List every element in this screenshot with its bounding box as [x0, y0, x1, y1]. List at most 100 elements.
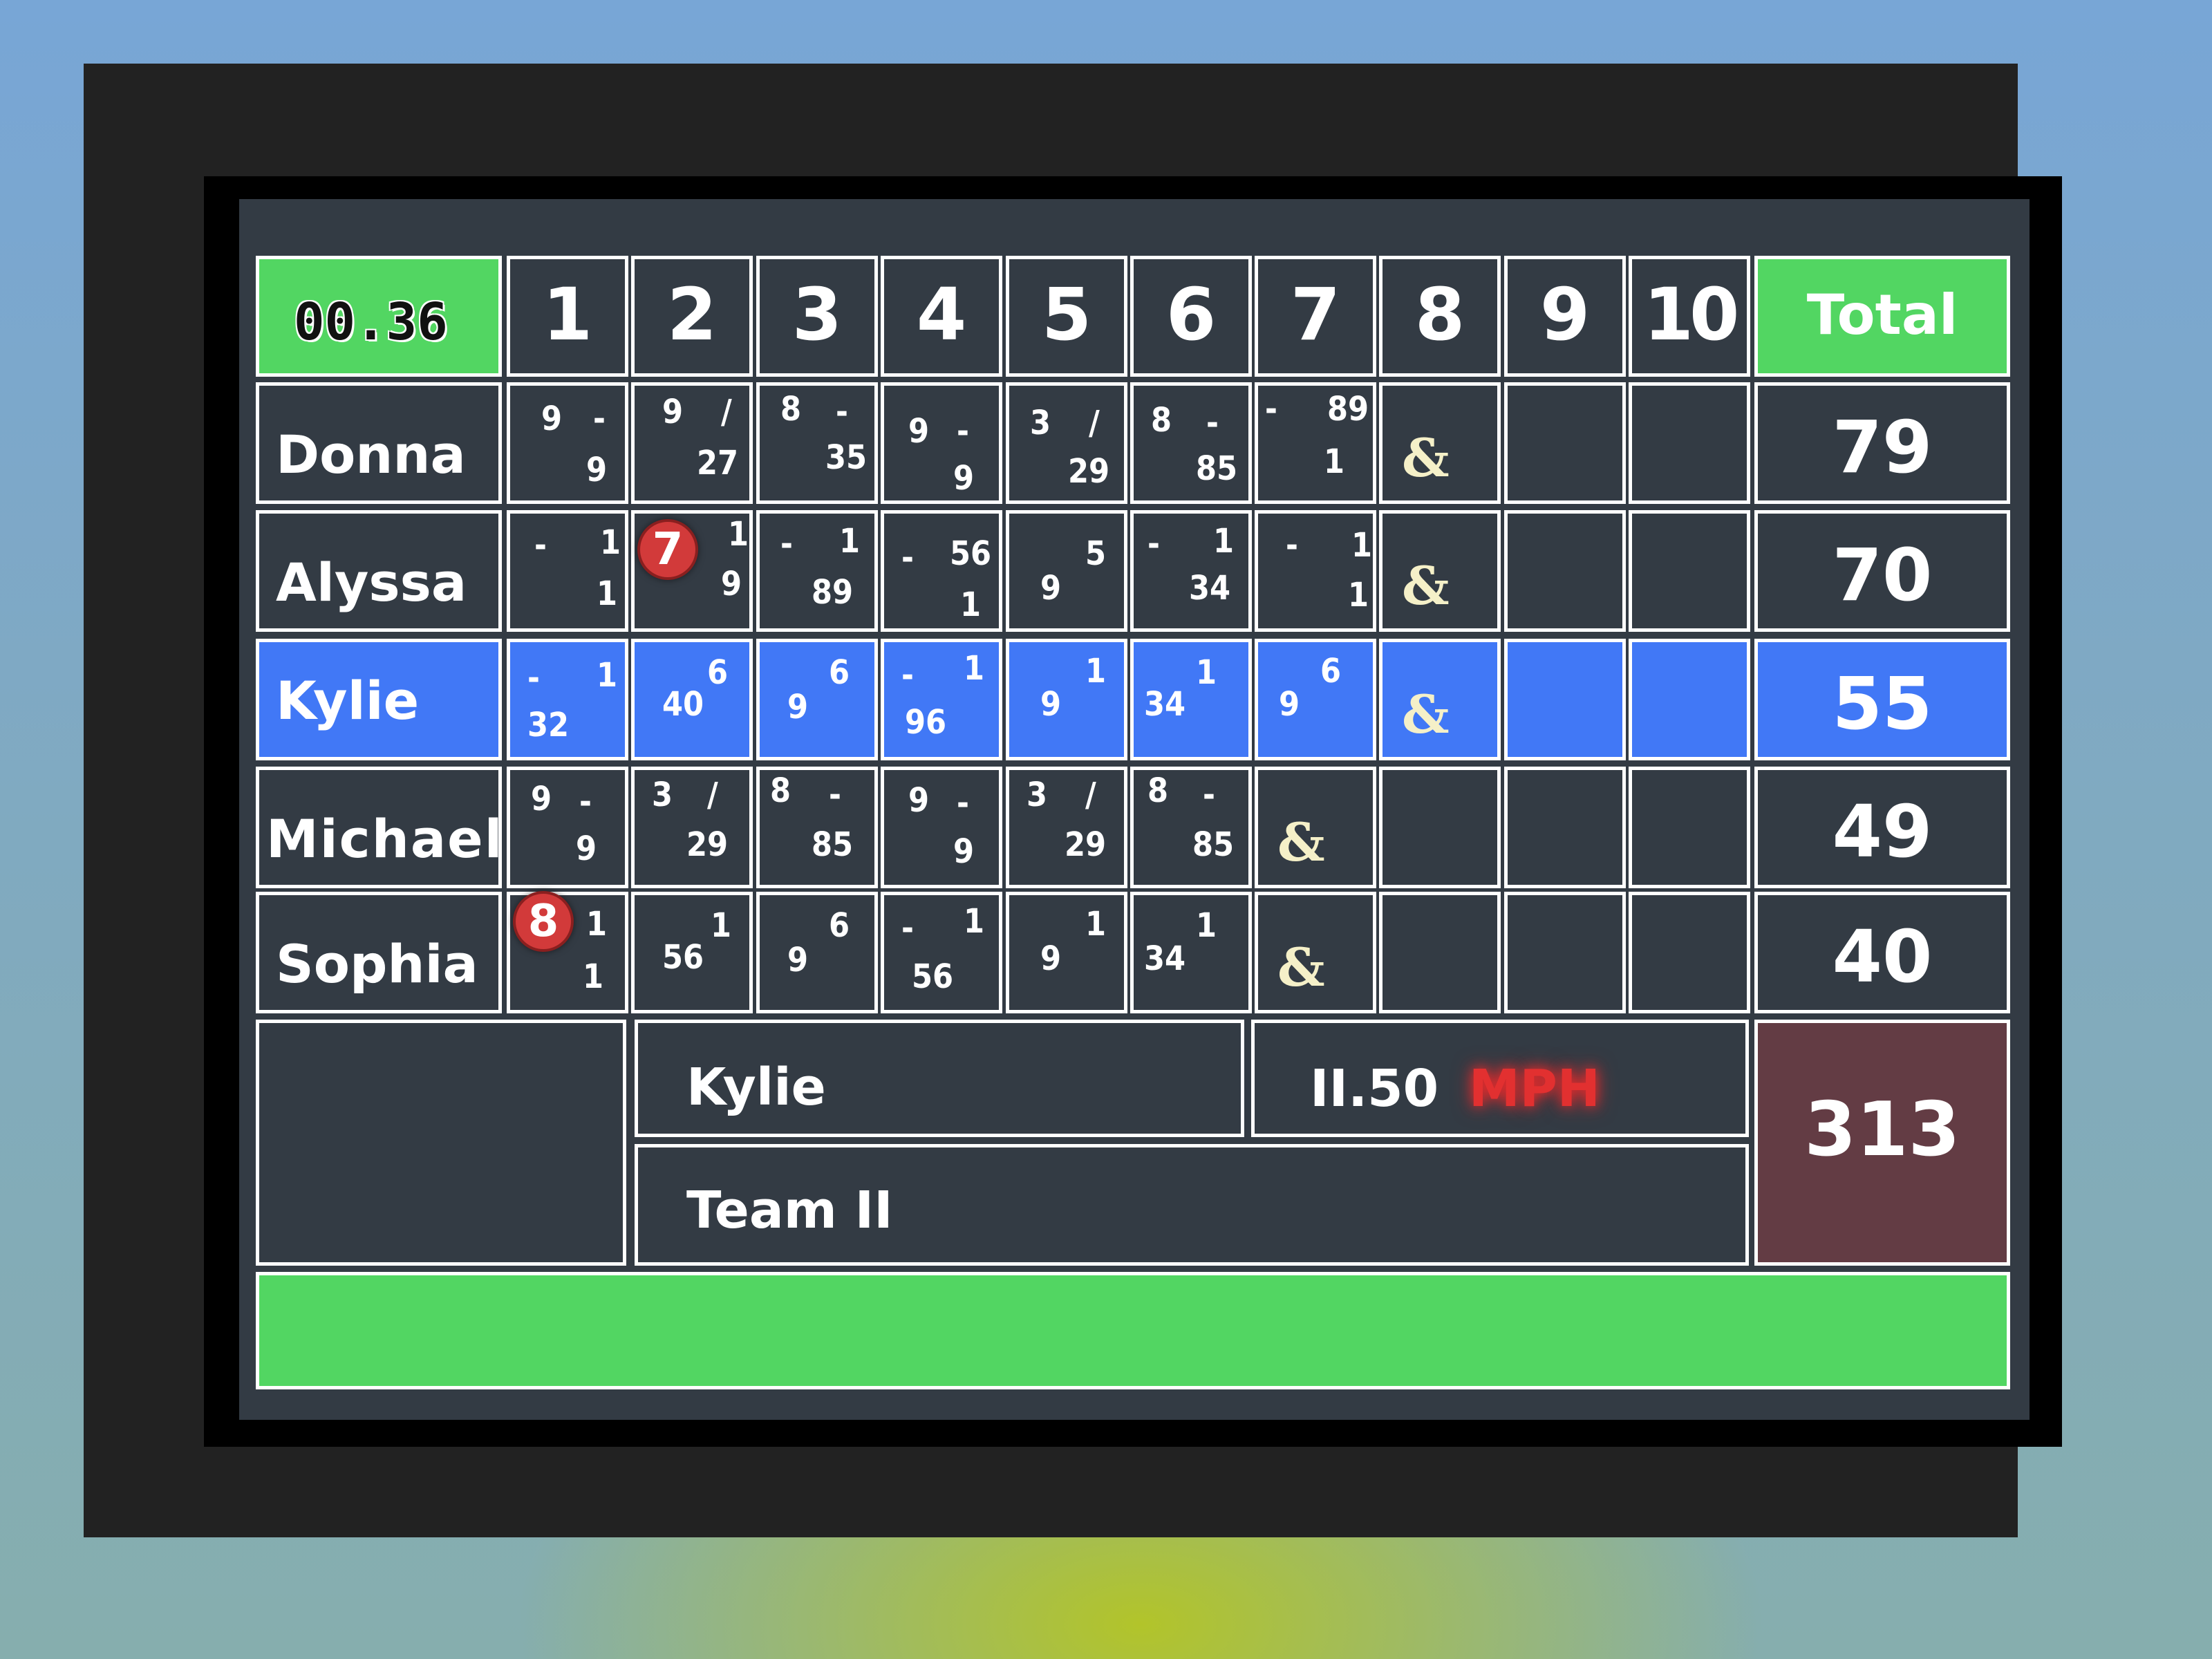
split-badge: 7: [637, 519, 698, 580]
frame-cell-4: 9-9: [881, 767, 1002, 888]
player-total-cell: 70: [1754, 510, 2010, 632]
current-bowler-name: Kylie: [686, 1058, 826, 1117]
frame-mark: 8: [780, 390, 802, 429]
grand-total-panel: 313: [1754, 1020, 2010, 1266]
frame-mark: -: [901, 656, 914, 695]
frame-mark: 89: [812, 573, 854, 612]
frame-mark: -: [901, 909, 914, 948]
player-name: Michael: [266, 808, 504, 870]
frame-mark: 40: [662, 685, 704, 724]
frame-cell-9: [1504, 639, 1626, 760]
frame-cell-4: - 1 96: [881, 639, 1002, 760]
frame-header-8: 8: [1379, 256, 1501, 377]
player-name-cell: Sophia: [256, 892, 502, 1013]
player-name-cell: Michael: [256, 767, 504, 888]
frame-mark: 3: [1030, 404, 1051, 442]
frame-header-7: 7: [1255, 256, 1376, 377]
speed-panel: II.50 MPH: [1251, 1020, 1749, 1137]
frame-mark: 1: [1324, 442, 1345, 481]
ball-speed-unit: MPH: [1469, 1059, 1600, 1118]
frame-mark: 9: [541, 400, 563, 438]
frame-mark: 8: [1147, 771, 1169, 810]
frame-mark: 1: [597, 656, 618, 695]
frame-mark: /: [721, 393, 732, 431]
frame-cell-4: 9-9: [881, 382, 1002, 504]
team-name: Team II: [686, 1181, 893, 1240]
frame-mark: 89: [1327, 390, 1369, 429]
pending-frame-symbol: &: [1277, 812, 1325, 873]
frame-mark: 1: [600, 523, 621, 562]
frame-cell-4: -56 1: [881, 510, 1002, 632]
frame-mark: 85: [1192, 825, 1235, 864]
frame-mark: 9: [1040, 569, 1062, 608]
frame-mark: 29: [1065, 825, 1107, 864]
frame-cell-10: [1629, 767, 1750, 888]
frame-cell-5: 91: [1006, 892, 1127, 1013]
frame-mark: 1: [597, 574, 618, 613]
frame-cell-10: [1629, 382, 1750, 504]
ball-speed-value: II.50: [1310, 1059, 1439, 1118]
frame-mark: 9: [531, 780, 552, 818]
frame-cell-9: [1504, 767, 1626, 888]
grand-total-value: 313: [1804, 1087, 1960, 1173]
frame-mark: -: [527, 659, 540, 697]
frame-mark: -: [1203, 776, 1215, 814]
frame-cell-7: 96: [1255, 639, 1376, 760]
frame-mark: -: [1265, 390, 1277, 429]
frame-mark: 85: [1196, 449, 1238, 488]
frame-mark: 9: [1040, 685, 1062, 724]
frame-cell-2: 1 97: [631, 510, 753, 632]
player-total: 79: [1832, 405, 1933, 489]
frame-cell-6: 34 1: [1130, 892, 1252, 1013]
player-name: Sophia: [276, 933, 478, 995]
frame-mark: 34: [1189, 569, 1231, 608]
frame-mark: -: [957, 412, 969, 451]
frame-mark: 34: [1144, 939, 1186, 978]
frame-mark: 9: [787, 941, 809, 980]
timer-cell: 00.36: [256, 256, 502, 377]
frame-cell-1: 1 18: [507, 891, 628, 1013]
frame-cell-10: [1629, 639, 1750, 760]
frame-header-9: 9: [1504, 256, 1626, 377]
frame-mark: 9: [586, 451, 608, 489]
frame-mark: 29: [1068, 452, 1110, 491]
frame-mark: 6: [829, 653, 850, 692]
frame-header-2: 2: [631, 256, 753, 377]
frame-cell-7: - 89 1: [1255, 382, 1376, 504]
frame-mark: 9: [908, 781, 930, 820]
frame-cell-7: &: [1255, 767, 1376, 888]
frame-mark: 27: [697, 444, 739, 482]
frame-header-3: 3: [756, 256, 878, 377]
frame-mark: 1: [964, 649, 985, 688]
frame-mark: -: [593, 400, 606, 438]
frame-mark: 29: [686, 825, 729, 864]
frame-mark: -: [1147, 525, 1160, 563]
frame-mark: 9: [721, 565, 742, 603]
frame-cell-1: - 1 32: [507, 639, 628, 760]
frame-cell-10: [1629, 892, 1750, 1013]
frame-cell-3: 8- 35: [756, 382, 878, 504]
frame-mark: -: [780, 525, 793, 563]
frame-mark: -: [579, 782, 592, 821]
message-bar: [256, 1272, 2010, 1389]
frame-mark: 8: [770, 771, 791, 810]
frame-mark: 5: [1085, 534, 1107, 573]
frame-cell-9: [1504, 892, 1626, 1013]
frame-mark: 1: [1213, 522, 1235, 561]
frame-cell-1: 9-9: [507, 767, 628, 888]
frame-cell-8: &: [1379, 510, 1501, 632]
frame-mark: -: [957, 784, 969, 823]
frame-mark: 9: [1279, 685, 1300, 724]
team-panel: Team II: [635, 1144, 1749, 1266]
player-total: 40: [1832, 915, 1933, 999]
player-total: 70: [1832, 533, 1933, 617]
frame-mark: 9: [787, 688, 809, 727]
frame-mark: 1: [1196, 906, 1217, 945]
frame-cell-2: 9 / 27: [631, 382, 753, 504]
frame-mark: 6: [829, 906, 850, 945]
frame-cell-9: [1504, 510, 1626, 632]
frame-header-number: 5: [1041, 272, 1092, 357]
frame-mark: /: [1085, 776, 1096, 814]
frame-mark: 1: [1196, 653, 1217, 692]
frame-cell-2: 56 1: [631, 892, 753, 1013]
